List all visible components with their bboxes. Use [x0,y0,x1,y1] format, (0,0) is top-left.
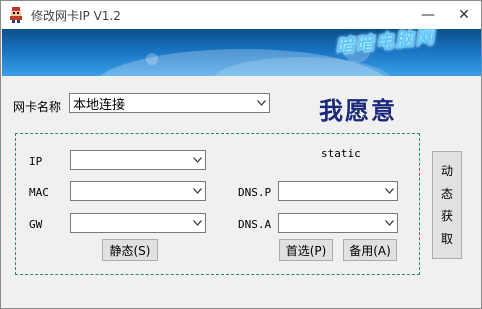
minimize-button[interactable]: — [411,1,445,29]
ip-label: IP [29,155,43,168]
static-button[interactable]: 静态(S) [102,239,158,261]
dynamic-button-char: 动 [440,164,453,179]
chevron-down-icon [189,214,205,232]
primary-dns-button[interactable]: 首选(P) [279,239,333,261]
dynamic-button-char: 获 [440,209,453,224]
dns-primary-label: DNS.P [238,186,272,199]
app-icon [10,7,22,23]
mac-select[interactable] [70,181,206,201]
main-window: 修改网卡IP V1.2 — ✕ 暗暗电脑网 网卡名称 本地连接 我愿意 stat… [0,0,482,309]
adapter-label: 网卡名称 [13,100,62,114]
dns-alternate-label: DNS.A [238,218,272,231]
dynamic-button-char: 取 [440,231,453,246]
gw-select[interactable] [70,213,206,233]
mac-label: MAC [29,186,49,199]
chevron-down-icon [253,94,269,112]
adapter-select-value: 本地连接 [73,97,126,113]
chevron-down-icon [189,182,205,200]
backup-dns-button[interactable]: 备用(A) [343,239,397,261]
header-banner: 暗暗电脑网 [2,29,481,76]
title-bar: 修改网卡IP V1.2 — ✕ [1,1,481,29]
ip-select[interactable] [70,150,206,170]
close-button[interactable]: ✕ [447,1,481,29]
dns-alternate-select[interactable] [278,213,398,233]
chevron-down-icon [189,151,205,169]
window-title: 修改网卡IP V1.2 [31,9,121,23]
dynamic-acquire-button[interactable]: 动 态 获 取 [432,151,462,259]
mode-label: static [321,147,361,160]
dynamic-button-char: 态 [440,186,453,201]
chevron-down-icon [381,182,397,200]
slogan-text: 我愿意 [319,96,397,125]
chevron-down-icon [381,214,397,232]
gw-label: GW [29,218,43,231]
adapter-select[interactable]: 本地连接 [69,93,270,113]
dns-primary-select[interactable] [278,181,398,201]
